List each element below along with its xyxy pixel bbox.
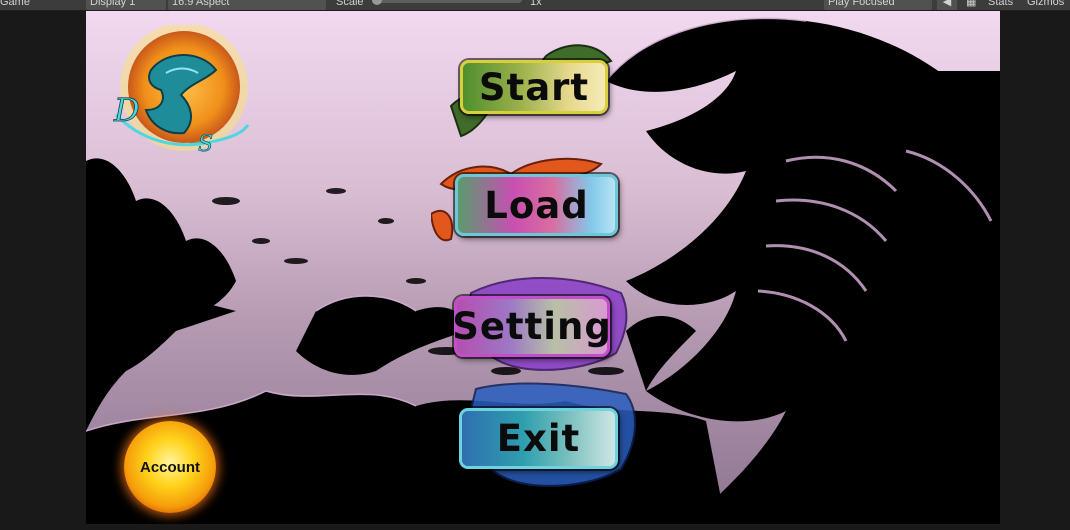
scale-slider-knob[interactable] <box>372 0 382 5</box>
account-button[interactable]: Account <box>124 421 216 513</box>
load-button[interactable]: Load <box>455 174 618 236</box>
game-view: D S Start Load Setting Exit Account <box>86 11 1000 524</box>
exit-button[interactable]: Exit <box>459 408 618 469</box>
aspect-dropdown[interactable]: 16:9 Aspect <box>168 0 326 10</box>
scale-slider[interactable] <box>372 0 522 5</box>
dragon-logo-icon: D S <box>113 25 250 157</box>
editor-toolbar: Game Display 1 16:9 Aspect Scale 1x Play… <box>0 0 1070 11</box>
scale-value: 1x <box>530 0 542 8</box>
play-mode-dropdown[interactable]: Play Focused <box>824 0 932 10</box>
stats-button[interactable]: Stats <box>988 0 1013 10</box>
right-gutter <box>1000 11 1070 524</box>
grid-icon[interactable]: ▦ <box>966 0 976 10</box>
gizmos-button[interactable]: Gizmos <box>1027 0 1064 10</box>
svg-text:D: D <box>113 91 140 129</box>
speaker-icon[interactable]: ◀ <box>937 0 957 10</box>
display-dropdown[interactable]: Display 1 <box>86 0 166 10</box>
left-gutter <box>0 11 86 524</box>
account-label: Account <box>140 458 200 476</box>
svg-text:S: S <box>198 132 213 157</box>
setting-button[interactable]: Setting <box>452 296 611 357</box>
scale-label: Scale <box>336 0 364 8</box>
game-tab[interactable]: Game <box>0 0 30 10</box>
start-button[interactable]: Start <box>460 60 608 114</box>
